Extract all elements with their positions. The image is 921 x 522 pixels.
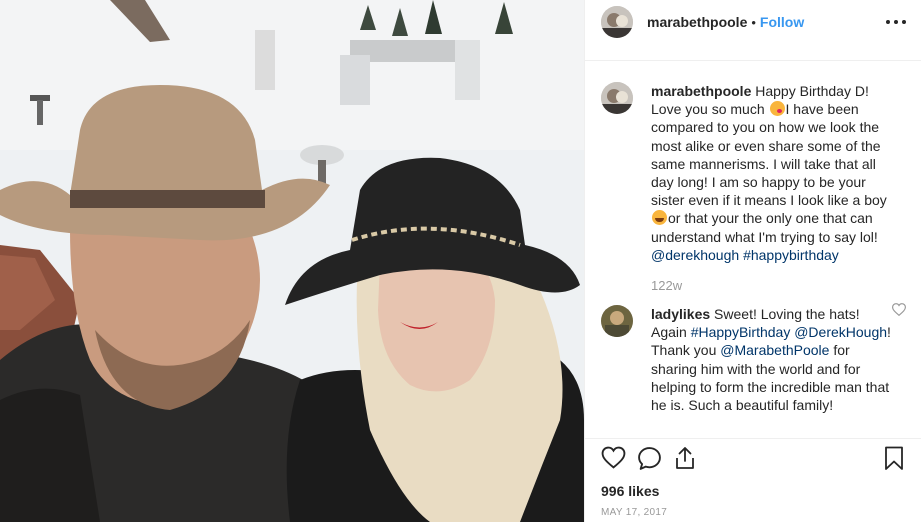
header-divider [585,60,921,61]
follow-button[interactable]: Follow [760,14,804,30]
reply-comment: ladylikes Sweet! Loving the hats! Again … [585,293,921,414]
face-with-tears-of-joy-icon [652,210,667,226]
heart-icon[interactable] [601,446,626,472]
header-separator: • [751,14,756,30]
hashtag-link[interactable]: #happybirthday [743,247,839,263]
comments-section: marabethpoole Happy Birthday D! Love you… [585,70,921,438]
post-date[interactable]: MAY 17, 2017 [601,507,667,518]
reply-hashtag-link[interactable]: #HappyBirthday [691,324,791,340]
instagram-post: marabethpoole • Follow marabethpoole Hap… [0,0,921,522]
caption-time[interactable]: 122w [651,278,892,293]
comment-heart-icon[interactable] [891,303,907,319]
reply-mention-marabeth[interactable]: @MarabethPoole [720,342,829,358]
mention-link[interactable]: @derekhough [651,247,739,263]
reply-mention-derek[interactable]: @DerekHough [794,324,887,340]
caption-comment: marabethpoole Happy Birthday D! Love you… [585,70,921,293]
author-username[interactable]: marabethpoole [647,14,747,30]
face-blowing-kiss-icon [769,101,785,117]
post-photo[interactable] [0,0,584,522]
more-options-icon[interactable] [886,14,906,30]
caption-avatar[interactable] [601,82,633,114]
reply-username[interactable]: ladylikes [651,306,710,322]
reply-avatar[interactable] [601,305,633,338]
caption-part2: I have been compared to you on how we lo… [651,101,887,209]
comment-bubble-icon[interactable] [637,446,662,474]
actions-divider [585,438,921,439]
author-avatar[interactable] [601,6,633,38]
action-bar [585,446,921,476]
post-side-panel: marabethpoole • Follow marabethpoole Hap… [584,0,921,522]
bookmark-icon[interactable] [884,446,904,474]
likes-count[interactable]: 996 likes [601,483,659,499]
reply-text: ladylikes Sweet! Loving the hats! Again … [651,305,892,414]
selfie-image [0,0,584,522]
post-header: marabethpoole • Follow [585,0,921,44]
caption-text: marabethpoole Happy Birthday D! Love you… [651,82,892,264]
caption-username[interactable]: marabethpoole [651,83,751,99]
share-icon[interactable] [674,446,696,473]
caption-part3: or that your the only one that can under… [651,210,878,245]
